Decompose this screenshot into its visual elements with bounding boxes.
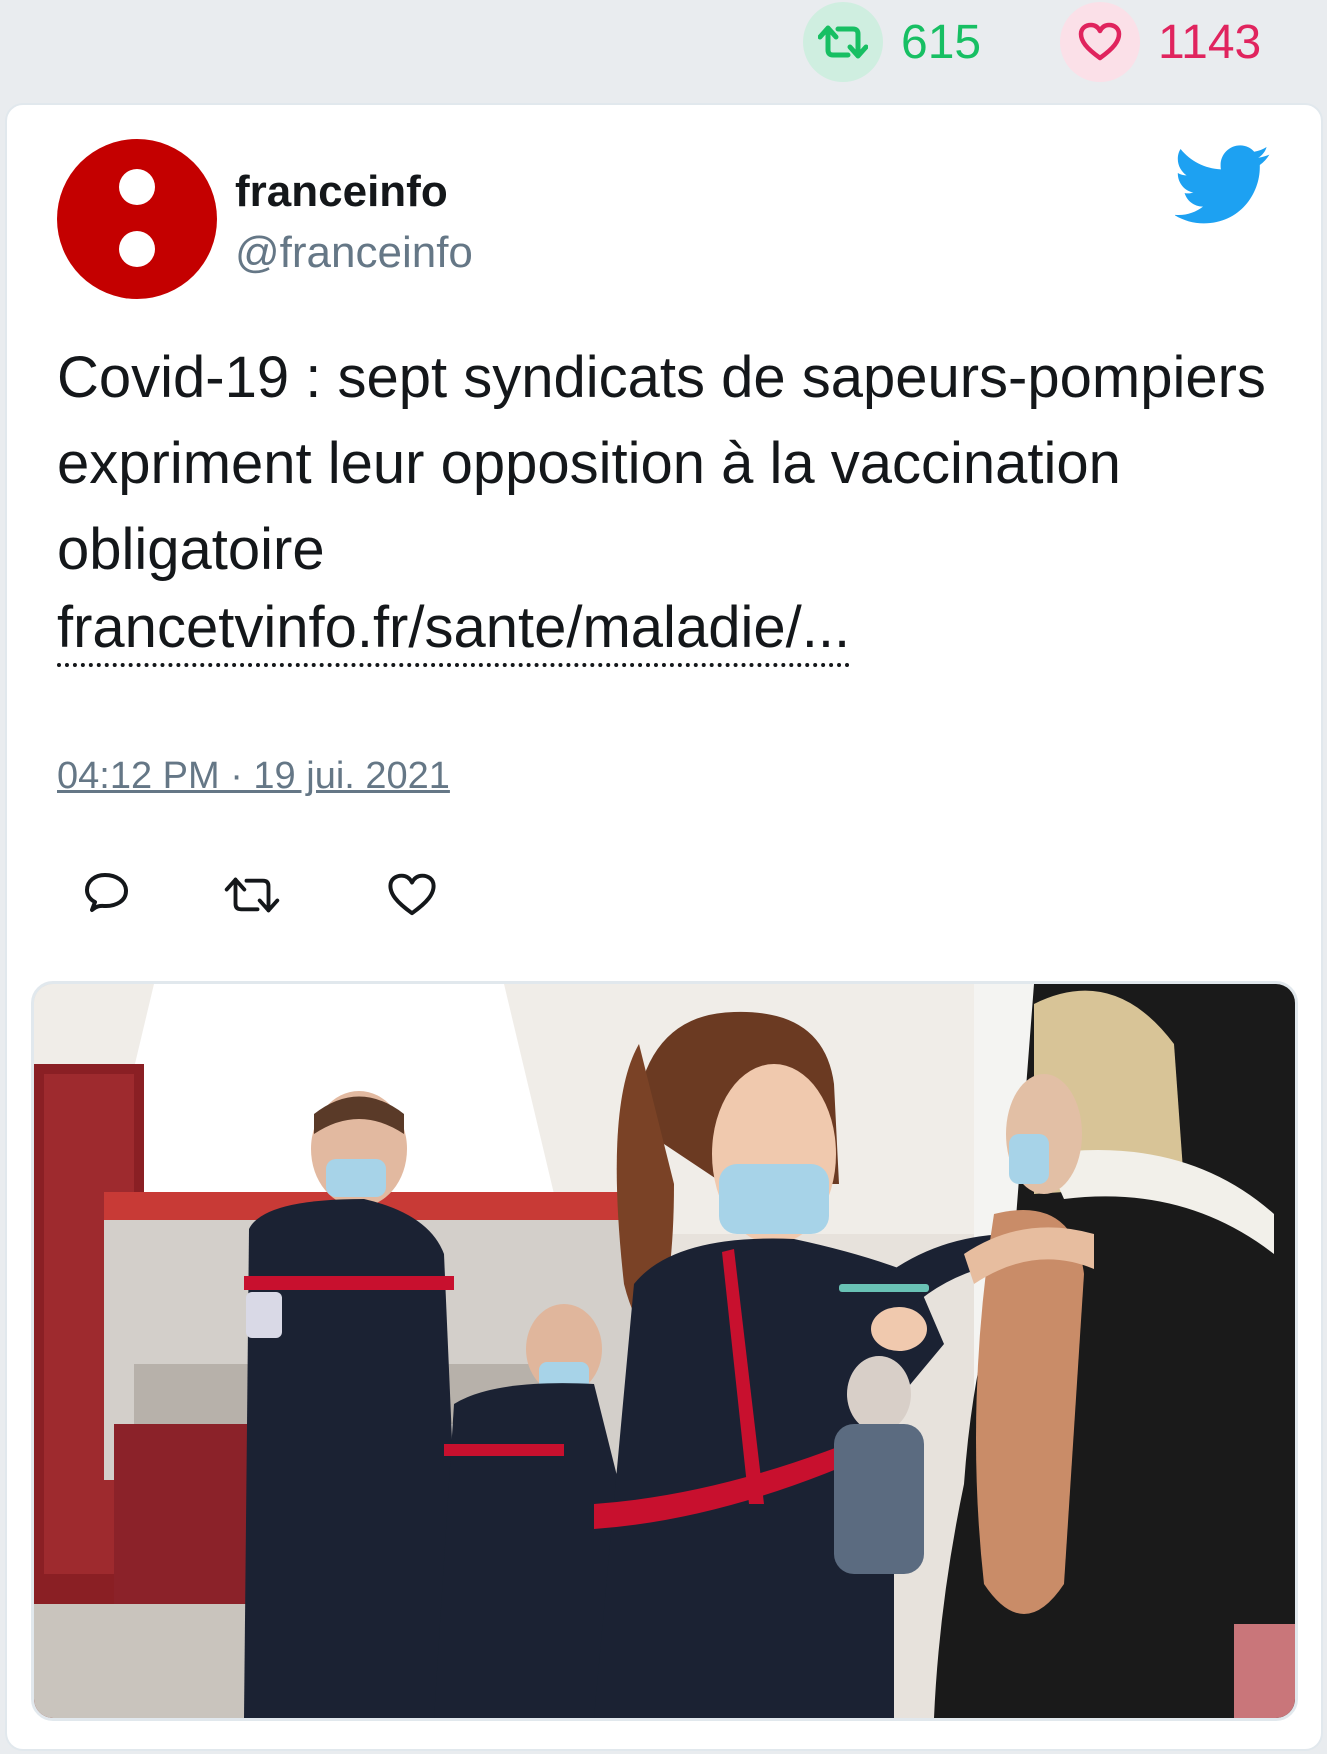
author-name[interactable]: franceinfo (235, 167, 448, 217)
tweet-photo[interactable] (31, 981, 1298, 1721)
retweet-stat: 615 (803, 2, 981, 82)
avatar-dot-bottom (119, 231, 155, 267)
avatar-dot-top (119, 169, 155, 205)
like-bubble (1060, 2, 1140, 82)
like-stat: 1143 (1060, 2, 1261, 82)
reply-icon (85, 873, 128, 912)
reply-button[interactable] (77, 865, 137, 925)
retweet-button[interactable] (222, 865, 282, 925)
retweet-bubble (803, 2, 883, 82)
like-button[interactable] (382, 865, 442, 925)
retweet-count: 615 (901, 15, 982, 69)
tweet-text: Covid-19 : sept syndicats de sapeurs-pom… (57, 345, 1266, 582)
like-icon (388, 873, 436, 916)
retweet-icon (818, 25, 868, 59)
like-count: 1143 (1158, 15, 1262, 69)
twitter-bird-icon[interactable] (1175, 145, 1271, 225)
avatar[interactable] (57, 139, 217, 299)
engagement-stats: 615 1143 (0, 0, 1327, 100)
photo-image (34, 984, 1295, 1718)
tweet-timestamp[interactable]: 04:12 PM · 19 jui. 2021 (57, 755, 450, 798)
retweet-icon (224, 877, 280, 913)
author-handle[interactable]: @franceinfo (235, 228, 473, 278)
tweet-link[interactable]: francetvinfo.fr/sante/maladie/... (57, 593, 851, 667)
heart-icon (1078, 22, 1122, 61)
tweet-card[interactable]: franceinfo @franceinfo Covid-19 : sept s… (5, 103, 1323, 1751)
